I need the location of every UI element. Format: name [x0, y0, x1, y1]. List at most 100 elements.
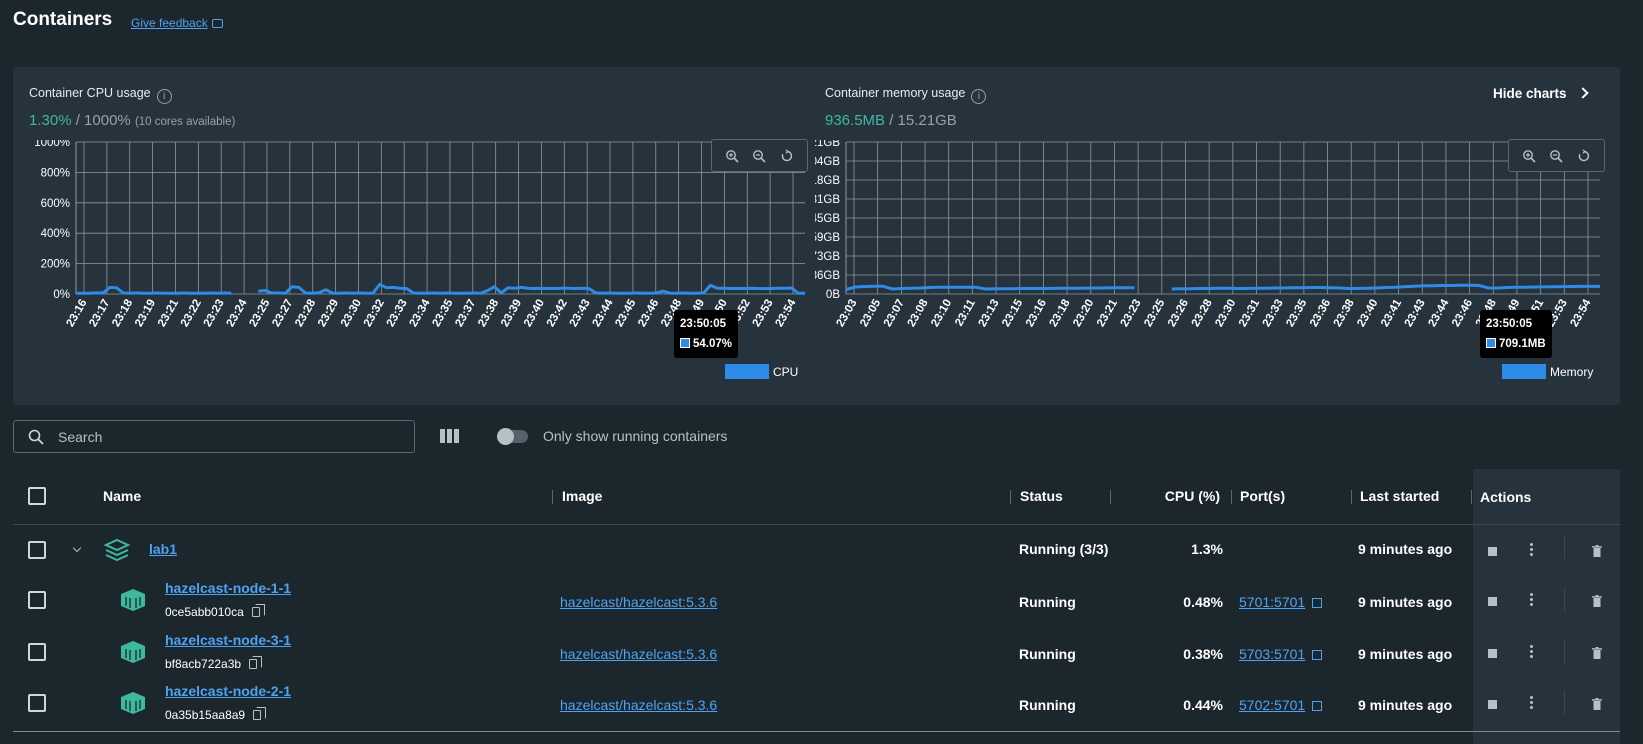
column-divider[interactable]: [1231, 490, 1232, 504]
container-name-link[interactable]: hazelcast-node-3-1: [165, 632, 291, 648]
column-header-last-started[interactable]: Last started: [1360, 488, 1439, 504]
y-tick-label: 13.04GB: [815, 156, 840, 168]
column-header-name[interactable]: Name: [103, 488, 141, 504]
hide-charts-button[interactable]: Hide charts: [1493, 86, 1589, 101]
copy-icon[interactable]: [251, 604, 265, 617]
port-link[interactable]: 5703:5701: [1239, 646, 1305, 662]
x-tick-label: 23:05: [858, 297, 883, 329]
group-cpu: 1.3%: [1191, 541, 1223, 557]
search-input[interactable]: [58, 428, 378, 445]
kebab-menu-icon[interactable]: [1529, 593, 1533, 606]
memory-chart-tooltip: 23:50:05 709.1MB: [1480, 310, 1552, 358]
trash-icon[interactable]: [1592, 595, 1602, 607]
x-tick-label: 23:23: [202, 298, 227, 329]
container-name-link[interactable]: hazelcast-node-1-1: [165, 580, 291, 596]
port-link-wrap: 5703:5701: [1239, 646, 1323, 662]
external-link-icon[interactable]: [1312, 598, 1323, 608]
copy-icon[interactable]: [249, 656, 263, 669]
row-checkbox[interactable]: [28, 591, 46, 609]
column-header-cpu[interactable]: CPU (%): [1140, 488, 1220, 504]
copy-icon[interactable]: [253, 707, 267, 720]
row-checkbox[interactable]: [28, 643, 46, 661]
stop-icon[interactable]: [1488, 649, 1497, 658]
x-tick-label: 23:18: [1048, 297, 1073, 329]
running-only-label: Only show running containers: [543, 428, 728, 444]
x-tick-label: 23:16: [1024, 298, 1049, 329]
port-link[interactable]: 5702:5701: [1239, 697, 1305, 713]
x-tick-label: 23:27: [270, 298, 295, 329]
stop-icon[interactable]: [1488, 597, 1497, 606]
y-tick-label: 1000%: [34, 140, 70, 149]
kebab-menu-icon[interactable]: [1529, 696, 1533, 709]
column-header-status[interactable]: Status: [1020, 488, 1063, 504]
container-id: bf8acb722a3b: [165, 657, 242, 671]
reset-icon[interactable]: [777, 146, 797, 166]
container-name-link[interactable]: hazelcast-node-2-1: [165, 683, 291, 699]
zoom-in-icon[interactable]: [722, 146, 742, 166]
x-tick-label: 23:30: [1213, 298, 1238, 329]
container-id-wrap: 0ce5abb010ca: [165, 604, 265, 619]
cpu-usage-total: / 1000%: [71, 112, 131, 129]
trash-icon[interactable]: [1592, 647, 1602, 659]
column-divider[interactable]: [1110, 490, 1111, 504]
running-only-toggle[interactable]: [497, 428, 528, 445]
x-tick-label: 23:46: [636, 298, 661, 329]
column-divider[interactable]: [552, 490, 553, 504]
info-icon[interactable]: i: [971, 89, 987, 104]
image-link[interactable]: hazelcast/hazelcast:5.3.6: [560, 697, 717, 713]
info-icon[interactable]: i: [156, 89, 172, 104]
external-link-icon[interactable]: [1312, 650, 1323, 660]
reset-icon[interactable]: [1574, 146, 1594, 166]
column-header-ports[interactable]: Port(s): [1240, 488, 1285, 504]
group-name-link[interactable]: lab1: [149, 541, 177, 557]
x-tick-label: 23:45: [613, 297, 638, 329]
y-tick-label: 11.18GB: [815, 175, 840, 187]
container-id-wrap: bf8acb722a3b: [165, 656, 263, 671]
row-checkbox[interactable]: [28, 694, 46, 712]
x-tick-label: 23:21: [1095, 297, 1120, 329]
row-checkbox[interactable]: [28, 541, 46, 559]
group-row-lab1[interactable]: [13, 525, 1473, 575]
column-header-image[interactable]: Image: [562, 488, 602, 504]
x-tick-label: 23:38: [476, 297, 501, 329]
memory-legend[interactable]: Memory: [1502, 364, 1593, 379]
column-divider[interactable]: [1010, 490, 1011, 504]
select-all-checkbox[interactable]: [28, 487, 46, 505]
x-tick-label: 23:54: [773, 297, 798, 329]
container-last-started: 9 minutes ago: [1358, 594, 1453, 610]
zoom-in-icon[interactable]: [1519, 146, 1539, 166]
give-feedback-link[interactable]: Give feedback: [131, 16, 223, 30]
x-tick-label: 23:44: [1426, 297, 1451, 329]
port-link-wrap: 5701:5701: [1239, 594, 1323, 610]
x-tick-label: 23:08: [906, 297, 931, 329]
cpu-chart-title: Container CPU usage: [29, 86, 151, 100]
x-tick-label: 23:32: [362, 298, 387, 329]
x-tick-label: 23:46: [1450, 298, 1475, 329]
y-tick-label: 7.45GB: [815, 213, 840, 225]
column-divider[interactable]: [1471, 490, 1472, 504]
cpu-tooltip-swatch: [680, 338, 690, 348]
x-tick-label: 23:16: [64, 298, 89, 329]
zoom-out-icon[interactable]: [1546, 146, 1566, 166]
cpu-legend[interactable]: CPU: [725, 364, 798, 379]
stop-icon[interactable]: [1488, 547, 1497, 556]
y-tick-label: 5.59GB: [815, 232, 840, 244]
trash-icon[interactable]: [1592, 698, 1602, 710]
group-status: Running (3/3): [1019, 541, 1109, 557]
zoom-out-icon[interactable]: [749, 146, 769, 166]
trash-icon[interactable]: [1592, 545, 1602, 557]
image-link[interactable]: hazelcast/hazelcast:5.3.6: [560, 594, 717, 610]
image-link[interactable]: hazelcast/hazelcast:5.3.6: [560, 646, 717, 662]
kebab-menu-icon[interactable]: [1529, 543, 1533, 556]
columns-icon[interactable]: [440, 429, 459, 443]
port-link-wrap: 5702:5701: [1239, 697, 1323, 713]
series-line: [76, 282, 805, 295]
column-divider[interactable]: [1351, 490, 1352, 504]
x-tick-label: 23:42: [545, 298, 570, 329]
x-tick-label: 23:26: [1166, 298, 1191, 329]
port-link[interactable]: 5701:5701: [1239, 594, 1305, 610]
stop-icon[interactable]: [1488, 700, 1497, 709]
kebab-menu-icon[interactable]: [1529, 645, 1533, 658]
x-tick-label: 23:44: [591, 297, 616, 329]
external-link-icon[interactable]: [1312, 701, 1323, 711]
